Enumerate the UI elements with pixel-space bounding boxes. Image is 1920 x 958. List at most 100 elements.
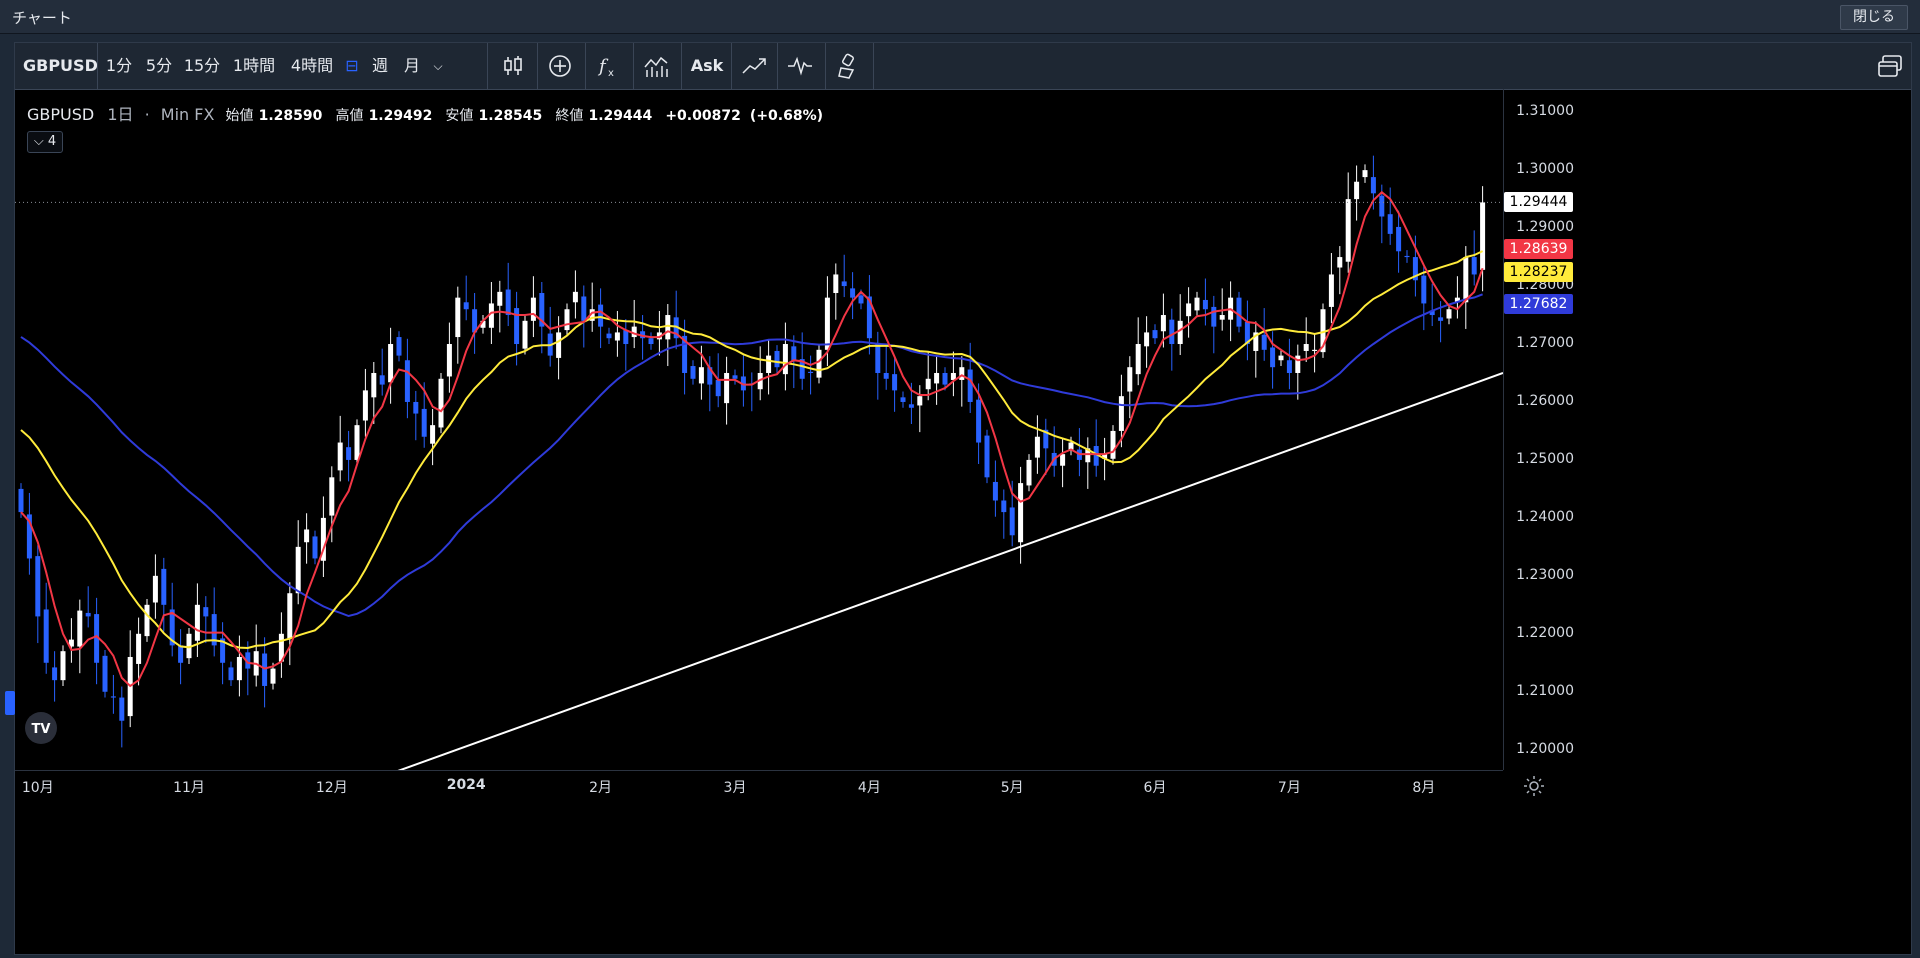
candle-body (1345, 199, 1351, 262)
candle-body (329, 477, 335, 516)
candle-body (287, 593, 293, 639)
ask-price-button[interactable]: Ask (685, 43, 729, 89)
candle-body (925, 378, 931, 390)
interval-monthly-button[interactable]: 月 (397, 43, 427, 89)
interval-daily-selected-icon[interactable]: ⊟ (341, 43, 363, 89)
candle-body (833, 274, 839, 294)
price-axis[interactable]: 1.31000 1.30000 1.29000 1.28000 1.27000 1.260… (1503, 89, 1579, 770)
candle-body (1018, 483, 1024, 543)
candle-body (144, 604, 150, 637)
time-tick-label: 2024 (446, 777, 486, 793)
candle-body (858, 295, 864, 304)
candle-body (194, 604, 200, 641)
candle-body (715, 379, 721, 397)
legend-low-label: 安値 (445, 108, 474, 124)
price-tick-label: 1.24000 (1516, 508, 1574, 525)
candle-body (505, 289, 511, 316)
candle-body (136, 633, 142, 664)
candle-body (438, 378, 444, 428)
clear-drawings-brush-icon[interactable] (833, 51, 863, 81)
price-badge: 1.27682 (1504, 294, 1573, 315)
toolbar-divider (633, 43, 634, 89)
candle-body (883, 372, 889, 379)
candle-body (1118, 396, 1124, 431)
candle-body (850, 288, 856, 298)
oscillator-pulse-icon[interactable] (785, 51, 815, 81)
symbol-search-button[interactable]: GBPUSD (23, 43, 98, 89)
legend-high-label: 高値 (335, 108, 364, 124)
time-tick-label: 8月 (1412, 780, 1436, 796)
candle-body (262, 653, 268, 686)
side-panel-handle[interactable] (5, 691, 15, 715)
time-tick-label: 5月 (1000, 780, 1024, 796)
candle-body (992, 481, 998, 501)
svg-text:x: x (608, 68, 614, 79)
candle-body (648, 338, 654, 345)
candle-body (934, 372, 940, 384)
interval-5m-button[interactable]: 5分 (139, 43, 179, 89)
time-tick-label: 12月 (315, 780, 348, 796)
interval-4h-button[interactable]: 4時間 (283, 43, 341, 89)
candle-body (1236, 297, 1242, 327)
toolbar-divider (487, 43, 488, 89)
toolbar-divider (585, 43, 586, 89)
candle-body (724, 372, 730, 404)
legend-close-value: 1.29444 (588, 108, 653, 124)
price-badge: 1.28237 (1504, 262, 1573, 283)
indicators-fx-icon[interactable]: fx (593, 51, 623, 81)
candle-body (346, 447, 352, 460)
time-tick-label: 3月 (723, 780, 747, 796)
candle-body (875, 342, 881, 373)
candle-body (1186, 303, 1192, 317)
ma-mid-line (20, 250, 1484, 650)
candle-body (984, 435, 990, 478)
popout-window-icon[interactable] (1875, 51, 1905, 81)
candle-body (1009, 507, 1015, 536)
candle-body (1480, 202, 1486, 270)
candle-body (665, 315, 671, 340)
candle-body (1278, 355, 1284, 361)
candle-body (152, 575, 158, 603)
candle-body (1370, 177, 1376, 194)
close-button[interactable]: 閉じる (1840, 5, 1908, 30)
time-axis[interactable]: 10月 11月 12月 2024 2月 3月 4月 5月 6月 7月 8月 (15, 770, 1503, 801)
candle-body (976, 399, 982, 443)
trend-line-tool-icon[interactable] (739, 51, 769, 81)
candle-body (791, 346, 797, 362)
price-tick-label: 1.26000 (1516, 392, 1574, 409)
time-tick-label: 11月 (173, 780, 205, 796)
candle-body (1303, 344, 1309, 351)
candle-body (52, 667, 58, 681)
price-tick-label: 1.23000 (1516, 566, 1574, 583)
candle-body (917, 396, 923, 406)
candle-body (463, 302, 469, 310)
price-tick-label: 1.22000 (1516, 624, 1574, 641)
candles-style-icon[interactable] (498, 51, 528, 81)
candle-body (304, 529, 310, 543)
interval-15m-button[interactable]: 15分 (179, 43, 225, 89)
candle-body (430, 425, 436, 444)
candle-body (1152, 330, 1158, 339)
candle-body (614, 332, 620, 341)
candle-body (421, 408, 427, 437)
interval-1h-button[interactable]: 1時間 (225, 43, 283, 89)
interval-1m-button[interactable]: 1分 (99, 43, 139, 89)
compare-add-icon[interactable] (545, 51, 575, 81)
gear-icon[interactable] (1523, 775, 1545, 797)
candle-body (1144, 332, 1150, 347)
interval-dropdown-chevron-icon[interactable]: ⌵ (427, 43, 449, 89)
candle-body (1404, 255, 1410, 258)
candle-body (1219, 315, 1225, 320)
price-chart-canvas[interactable] (15, 89, 1503, 770)
candle-body (312, 536, 318, 559)
candle-body (623, 330, 629, 345)
toolbar-divider (537, 43, 538, 89)
indicator-templates-icon[interactable] (641, 51, 671, 81)
interval-weekly-button[interactable]: 週 (363, 43, 397, 89)
candle-body (1312, 349, 1318, 351)
indicators-toggle[interactable]: ⌵ 4 (27, 131, 63, 153)
candle-body (354, 425, 360, 460)
candle-body (1270, 347, 1276, 368)
candle-body (1354, 181, 1360, 200)
candle-body (228, 667, 234, 681)
